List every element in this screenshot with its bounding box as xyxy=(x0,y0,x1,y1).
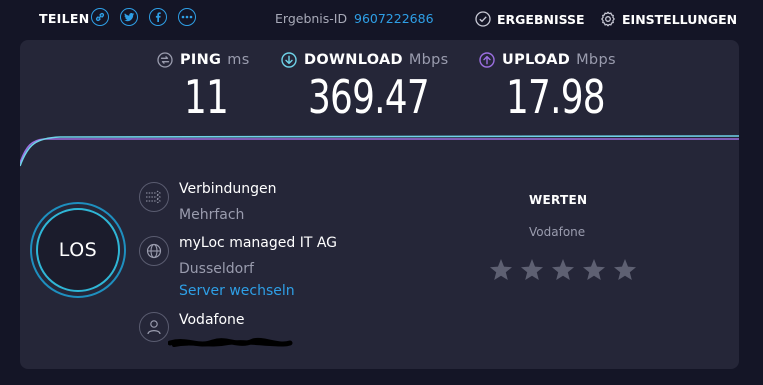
go-button[interactable]: LOS xyxy=(30,202,126,298)
facebook-icon[interactable] xyxy=(149,8,167,26)
server-location: Dusseldorf xyxy=(179,261,254,277)
result-id-label: Ergebnis-ID xyxy=(275,11,348,26)
upload-unit: Mbps xyxy=(576,52,616,68)
check-circle-icon xyxy=(475,11,491,27)
upload-metric: UPLOAD Mbps 17.98 xyxy=(479,52,633,120)
download-line xyxy=(20,135,739,167)
settings-button[interactable]: EINSTELLUNGEN xyxy=(600,11,737,27)
twitter-icon[interactable] xyxy=(120,8,138,26)
user-icon xyxy=(139,312,169,342)
star-icon[interactable] xyxy=(547,255,578,283)
connections-value: Mehrfach xyxy=(179,207,245,223)
upload-header: UPLOAD Mbps xyxy=(479,52,633,68)
result-id-link[interactable]: 9607222686 xyxy=(354,11,434,26)
download-unit: Mbps xyxy=(408,52,449,68)
gear-icon xyxy=(601,11,615,27)
download-metric: DOWNLOAD Mbps 369.47 xyxy=(281,52,463,120)
ping-metric: PING ms 11 xyxy=(157,52,250,120)
ping-value: 11 xyxy=(184,70,229,124)
link-icon[interactable] xyxy=(91,8,109,26)
settings-label: EINSTELLUNGEN xyxy=(622,11,738,27)
go-button-label: LOS xyxy=(58,239,98,261)
rating-stars xyxy=(485,255,640,283)
results-panel: PING ms 11 DOWNLOAD Mbps 369.47 UPLOAD M… xyxy=(20,40,739,369)
star-icon[interactable] xyxy=(578,255,609,283)
go-button-inner: LOS xyxy=(36,208,120,292)
change-server-link[interactable]: Server wechseln xyxy=(179,283,295,299)
download-label: DOWNLOAD xyxy=(304,52,403,68)
download-icon xyxy=(281,52,297,68)
redaction-scribble xyxy=(168,337,293,347)
results-label: ERGEBNISSE xyxy=(497,11,585,27)
star-icon[interactable] xyxy=(516,255,547,283)
connections-title: Verbindungen xyxy=(179,181,277,197)
upload-value: 17.98 xyxy=(506,70,606,124)
ping-label: PING xyxy=(180,52,222,68)
provider-name: Vodafone xyxy=(179,312,245,328)
download-header: DOWNLOAD Mbps xyxy=(281,52,463,68)
upload-label: UPLOAD xyxy=(502,52,571,68)
ping-header: PING ms xyxy=(157,52,250,68)
more-icon[interactable] xyxy=(178,8,196,26)
rate-title: WERTEN xyxy=(529,193,588,207)
star-icon[interactable] xyxy=(485,255,516,283)
star-icon[interactable] xyxy=(609,255,640,283)
top-bar: TEILEN Ergebnis-ID 9607222686 ERGEBNISSE… xyxy=(0,0,763,38)
ping-unit: ms xyxy=(227,52,250,68)
upload-line xyxy=(20,138,739,164)
connections-icon[interactable] xyxy=(139,182,169,212)
share-label: TEILEN xyxy=(39,11,90,26)
ping-icon xyxy=(157,52,173,68)
upload-icon xyxy=(479,52,495,68)
globe-icon xyxy=(139,236,169,266)
speed-graph xyxy=(20,135,739,167)
results-button[interactable]: ERGEBNISSE xyxy=(475,11,585,27)
server-name: myLoc managed IT AG xyxy=(179,235,338,251)
rate-isp: Vodafone xyxy=(529,225,586,239)
download-value: 369.47 xyxy=(308,70,430,124)
